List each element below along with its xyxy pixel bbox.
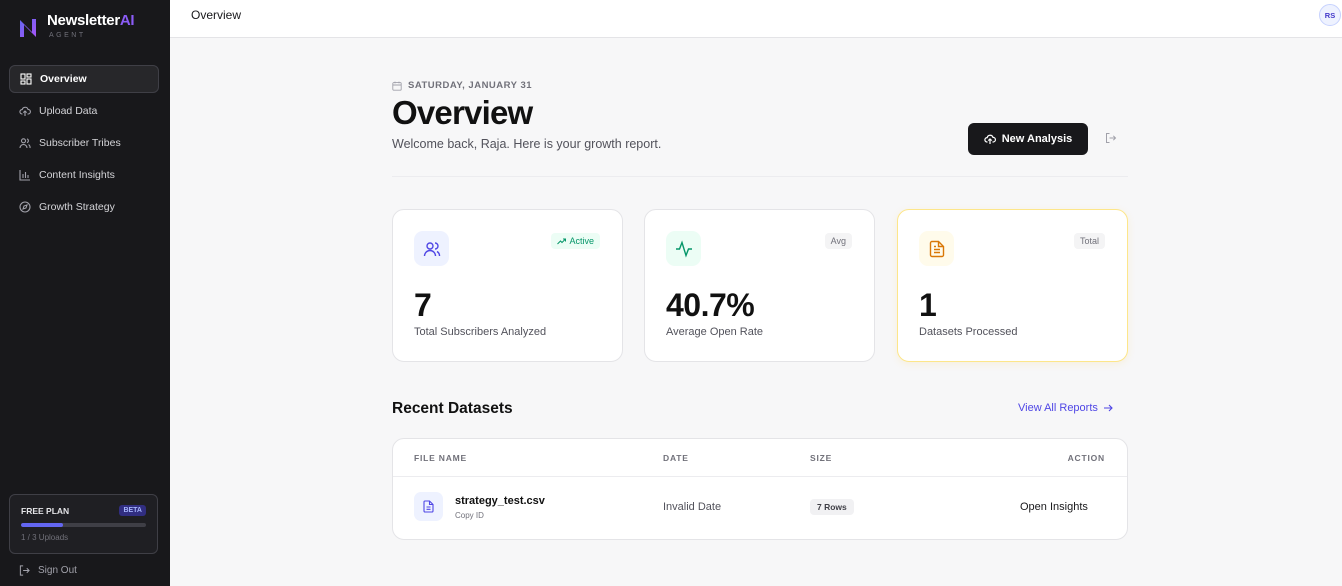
upload-cloud-icon bbox=[19, 105, 31, 117]
sidebar-nav: Overview Upload Data Subscriber Tribes C… bbox=[9, 65, 159, 225]
column-header: ACTION bbox=[1067, 453, 1105, 463]
date-label: SATURDAY, JANUARY 31 bbox=[408, 80, 533, 91]
date-row: SATURDAY, JANUARY 31 bbox=[392, 80, 532, 91]
plan-usage-fill bbox=[21, 523, 63, 527]
stat-value: 40.7% bbox=[666, 287, 755, 323]
column-header: FILE NAME bbox=[414, 453, 468, 463]
column-header: DATE bbox=[663, 453, 689, 463]
sidebar-item-overview[interactable]: Overview bbox=[9, 65, 159, 93]
users-icon bbox=[414, 231, 449, 266]
sign-out-label: Sign Out bbox=[38, 565, 77, 576]
row-size-badge: 7 Rows bbox=[810, 499, 854, 515]
page-title: Overview bbox=[392, 94, 533, 131]
plan-card: FREE PLAN BETA 1 / 3 Uploads bbox=[9, 494, 158, 554]
datasets-table: FILE NAME DATE SIZE ACTION strategy_test… bbox=[392, 438, 1128, 540]
row-date: Invalid Date bbox=[663, 501, 722, 513]
sidebar-item-content-insights[interactable]: Content Insights bbox=[9, 161, 159, 189]
copy-id-link[interactable]: Copy ID bbox=[455, 511, 484, 520]
arrow-right-icon bbox=[1103, 404, 1113, 412]
stat-label: Total Subscribers Analyzed bbox=[414, 326, 547, 338]
header-divider bbox=[392, 176, 1128, 177]
new-analysis-label: New Analysis bbox=[1001, 133, 1073, 145]
brand-subtitle: AGENT bbox=[49, 32, 86, 39]
stat-value: 7 bbox=[414, 287, 432, 323]
file-name: strategy_test.csv bbox=[455, 495, 545, 507]
status-badge: Total bbox=[1073, 233, 1105, 249]
sidebar-item-label: Overview bbox=[40, 73, 87, 85]
sidebar-item-label: Growth Strategy bbox=[39, 201, 115, 213]
stat-label: Average Open Rate bbox=[666, 326, 764, 338]
log-out-icon bbox=[19, 565, 30, 576]
plan-label: FREE PLAN bbox=[21, 505, 70, 516]
compass-icon bbox=[19, 201, 31, 213]
stat-card-datasets: Total 1 Datasets Processed bbox=[897, 209, 1128, 362]
status-badge: Avg bbox=[824, 233, 852, 249]
plan-usage-text: 1 / 3 Uploads bbox=[21, 533, 69, 542]
sidebar-item-label: Content Insights bbox=[39, 169, 115, 181]
topbar-title: Overview bbox=[191, 8, 242, 22]
sidebar-item-upload-data[interactable]: Upload Data bbox=[9, 97, 159, 125]
sidebar-item-label: Upload Data bbox=[39, 105, 98, 117]
plan-usage-bar bbox=[21, 523, 146, 527]
beta-badge: BETA bbox=[119, 505, 146, 516]
log-out-icon[interactable] bbox=[1105, 132, 1117, 144]
layout-grid-icon bbox=[20, 73, 32, 85]
bar-chart-icon bbox=[19, 169, 31, 181]
column-header: SIZE bbox=[810, 453, 833, 463]
file-text-icon bbox=[919, 231, 954, 266]
activity-icon bbox=[666, 231, 701, 266]
sidebar-item-growth-strategy[interactable]: Growth Strategy bbox=[9, 193, 159, 221]
stat-value: 1 bbox=[919, 287, 937, 323]
table-header: FILE NAME DATE SIZE ACTION bbox=[393, 439, 1127, 477]
view-all-reports-link[interactable]: View All Reports bbox=[1018, 402, 1113, 414]
brand[interactable]: NewsletterAI AGENT bbox=[18, 12, 135, 39]
trending-up-icon bbox=[557, 238, 567, 244]
stat-card-open-rate: Avg 40.7% Average Open Rate bbox=[644, 209, 875, 362]
users-icon bbox=[19, 137, 31, 149]
brand-name: NewsletterAI bbox=[47, 12, 135, 29]
welcome-text: Welcome back, Raja. Here is your growth … bbox=[392, 137, 662, 151]
stat-label: Datasets Processed bbox=[919, 326, 1018, 338]
sidebar-item-label: Subscriber Tribes bbox=[39, 137, 121, 149]
avatar[interactable]: RS bbox=[1319, 4, 1341, 26]
section-title: Recent Datasets bbox=[392, 400, 513, 417]
sidebar-item-subscriber-tribes[interactable]: Subscriber Tribes bbox=[9, 129, 159, 157]
stat-card-subscribers: Active 7 Total Subscribers Analyzed bbox=[392, 209, 623, 362]
sign-out-button[interactable]: Sign Out bbox=[19, 565, 77, 576]
table-row: strategy_test.csv Copy ID Invalid Date 7… bbox=[393, 477, 1127, 539]
file-icon bbox=[414, 492, 443, 521]
upload-cloud-icon bbox=[984, 134, 996, 144]
brand-logo-icon bbox=[20, 19, 36, 37]
open-insights-button[interactable]: Open Insights bbox=[1020, 501, 1088, 513]
stats-cards: Active 7 Total Subscribers Analyzed Avg … bbox=[392, 209, 1128, 362]
sidebar: NewsletterAI AGENT Overview Upload Data … bbox=[0, 0, 170, 586]
new-analysis-button[interactable]: New Analysis bbox=[968, 123, 1088, 155]
top-bar: Overview RS bbox=[170, 0, 1342, 38]
status-badge: Active bbox=[551, 233, 600, 249]
calendar-icon bbox=[392, 81, 402, 91]
